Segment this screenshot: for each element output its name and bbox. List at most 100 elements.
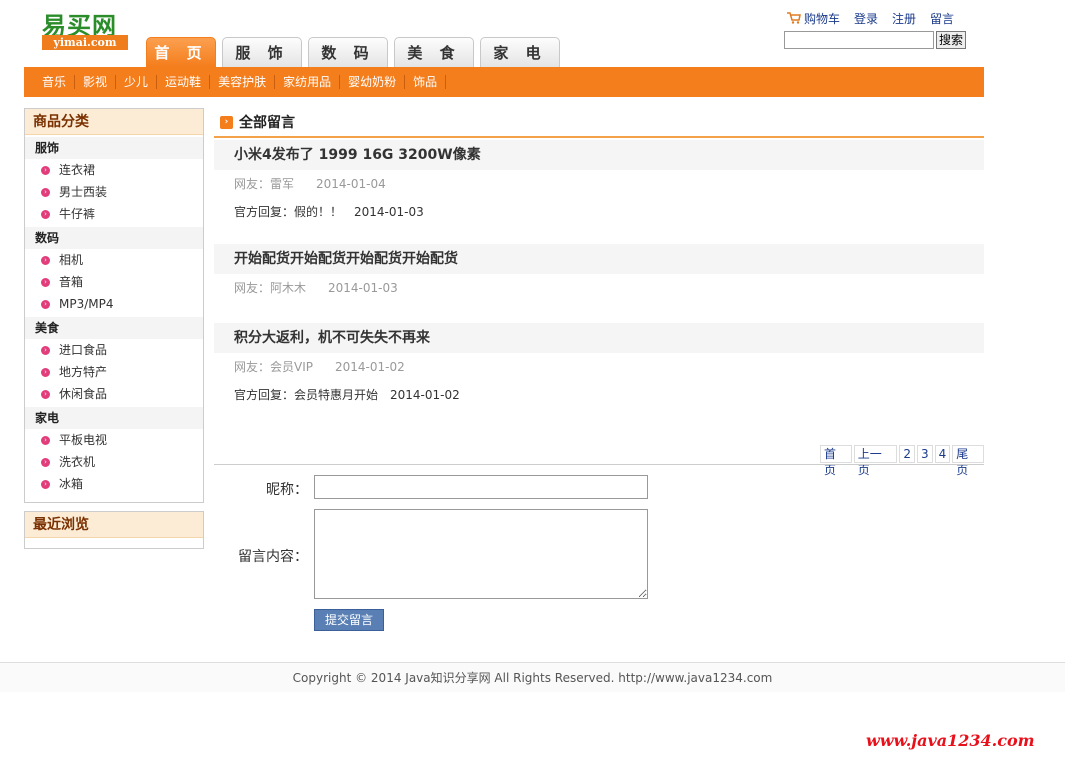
- message-title: 开始配货开始配货开始配货开始配货: [214, 244, 984, 274]
- message-board: › 全部留言 小米4发布了 1999 16G 3200W像素 网友：雷军 2014…: [214, 108, 984, 631]
- category-item[interactable]: › 牛仔裤: [25, 203, 203, 225]
- site-logo[interactable]: 易买网 yimai.com: [40, 6, 130, 50]
- reply-date: 2014-01-02: [390, 388, 460, 402]
- message-date: 2014-01-03: [328, 281, 398, 295]
- sub-nav: 音乐 影视 少儿 运动鞋 美容护肤 家纺用品 婴幼奶粉 饰品: [24, 67, 984, 97]
- category-item[interactable]: › MP3/MP4: [25, 293, 203, 315]
- message-item: 开始配货开始配货开始配货开始配货 网友：阿木木 2014-01-03: [214, 244, 984, 302]
- category-item-label: 牛仔裤: [59, 207, 96, 221]
- pager-page[interactable]: 3: [916, 445, 933, 463]
- category-group[interactable]: 服饰: [25, 137, 203, 159]
- subnav-item[interactable]: 美容护肤: [210, 75, 276, 89]
- subnav-item[interactable]: 运动鞋: [157, 75, 211, 89]
- message-title: 小米4发布了 1999 16G 3200W像素: [214, 140, 984, 170]
- divider: [214, 464, 984, 465]
- pagination: 首页 上一页 2 3 4 尾页: [818, 445, 984, 477]
- bullet-icon: ›: [41, 187, 50, 197]
- search-input[interactable]: [784, 31, 934, 49]
- recent-panel: 最近浏览: [24, 511, 204, 549]
- tab-appliance[interactable]: 家 电: [480, 37, 560, 67]
- subnav-item[interactable]: 婴幼奶粉: [340, 75, 406, 89]
- category-item-label: 洗衣机: [59, 455, 96, 469]
- board-title: 全部留言: [239, 115, 295, 131]
- category-item-label: 平板电视: [59, 433, 108, 447]
- pager-page[interactable]: 2: [899, 445, 915, 463]
- tab-digital[interactable]: 数 码: [308, 37, 388, 67]
- content-label: 留言内容：: [238, 549, 308, 565]
- subnav-item[interactable]: 影视: [75, 75, 117, 89]
- category-item-label: 休闲食品: [59, 387, 108, 401]
- bullet-icon: ›: [41, 479, 50, 489]
- cart-icon: [787, 12, 801, 24]
- message-item: 积分大返利，机不可失失不再来 网友：会员VIP 2014-01-02 官方回复：会…: [214, 323, 984, 409]
- message-item: 小米4发布了 1999 16G 3200W像素 网友：雷军 2014-01-04 …: [214, 140, 984, 226]
- search-button[interactable]: 搜索: [936, 31, 966, 49]
- category-item-label: 音箱: [59, 275, 84, 289]
- login-link[interactable]: 登录: [854, 10, 878, 27]
- category-group[interactable]: 家电: [25, 407, 203, 429]
- category-item-label: 进口食品: [59, 343, 108, 357]
- nickname-label: 昵称：: [266, 482, 308, 498]
- category-item[interactable]: › 连衣裙: [25, 159, 203, 181]
- submit-button[interactable]: 提交留言: [314, 609, 384, 631]
- category-item[interactable]: › 相机: [25, 249, 203, 271]
- message-date: 2014-01-02: [335, 360, 405, 374]
- subnav-item[interactable]: 家纺用品: [275, 75, 341, 89]
- category-item-label: 冰箱: [59, 477, 84, 491]
- nickname-input[interactable]: [314, 475, 648, 499]
- recent-title: 最近浏览: [25, 512, 203, 538]
- message-link[interactable]: 留言: [930, 10, 954, 27]
- pager-last[interactable]: 尾页: [952, 445, 984, 477]
- category-group[interactable]: 数码: [25, 227, 203, 249]
- message-author-line: 网友：雷军 2014-01-04: [214, 170, 984, 198]
- message-reply: 官方回复：会员特惠月开始: [234, 388, 379, 402]
- category-item-label: 地方特产: [59, 365, 108, 379]
- category-item[interactable]: › 地方特产: [25, 361, 203, 383]
- subnav-item[interactable]: 少儿: [116, 75, 158, 89]
- category-item-label: 连衣裙: [59, 163, 96, 177]
- category-item[interactable]: › 冰箱: [25, 473, 203, 495]
- bullet-icon: ›: [41, 299, 50, 309]
- pager-prev[interactable]: 上一页: [853, 445, 898, 477]
- watermark: www.java1234.com: [866, 731, 1035, 750]
- footer: Copyright © 2014 Java知识分享网 All Rights Re…: [0, 662, 1065, 692]
- message-reply: 官方回复：假的！！: [234, 205, 343, 219]
- category-title: 商品分类: [25, 109, 203, 135]
- message-reply-line: 官方回复：假的！！ 2014-01-03: [214, 198, 984, 226]
- category-item[interactable]: › 音箱: [25, 271, 203, 293]
- message-author-line: 网友：会员VIP 2014-01-02: [214, 353, 984, 381]
- category-item[interactable]: › 平板电视: [25, 429, 203, 451]
- register-link[interactable]: 注册: [892, 10, 916, 27]
- pager-page[interactable]: 4: [934, 445, 951, 463]
- message-title: 积分大返利，机不可失失不再来: [214, 323, 984, 353]
- category-item[interactable]: › 休闲食品: [25, 383, 203, 405]
- cart-label: 购物车: [804, 11, 841, 26]
- subnav-item[interactable]: 音乐: [34, 75, 76, 89]
- category-panel: 商品分类 服饰 › 连衣裙 › 男士西装 › 牛仔裤 数码 › 相机 › 音箱 › MP3/…: [24, 108, 204, 503]
- top-links: 购物车 登录 注册 留言: [787, 10, 968, 26]
- category-item[interactable]: › 男士西装: [25, 181, 203, 203]
- category-group[interactable]: 美食: [25, 317, 203, 339]
- logo-en-text: yimai.com: [42, 35, 128, 50]
- message-reply-line: 官方回复：会员特惠月开始 2014-01-02: [214, 381, 984, 409]
- bullet-icon: ›: [41, 255, 50, 265]
- board-header: › 全部留言: [214, 108, 984, 138]
- bullet-icon: ›: [41, 435, 50, 445]
- content-textarea[interactable]: [314, 509, 648, 599]
- category-item-label: MP3/MP4: [59, 297, 114, 311]
- tab-apparel[interactable]: 服 饰: [222, 37, 302, 67]
- category-item[interactable]: › 进口食品: [25, 339, 203, 361]
- tab-food[interactable]: 美 食: [394, 37, 474, 67]
- message-author: 网友：会员VIP: [234, 360, 313, 374]
- subnav-item[interactable]: 饰品: [405, 75, 447, 89]
- bullet-icon: ›: [41, 389, 50, 399]
- message-date: 2014-01-04: [316, 177, 386, 191]
- reply-date: 2014-01-03: [354, 205, 424, 219]
- pager-first[interactable]: 首页: [820, 445, 852, 477]
- tab-home[interactable]: 首 页: [146, 37, 216, 67]
- message-author-line: 网友：阿木木 2014-01-03: [214, 274, 984, 302]
- cart-link[interactable]: 购物车: [787, 10, 840, 27]
- category-item[interactable]: › 洗衣机: [25, 451, 203, 473]
- bullet-icon: ›: [41, 209, 50, 219]
- bullet-icon: ›: [41, 345, 50, 355]
